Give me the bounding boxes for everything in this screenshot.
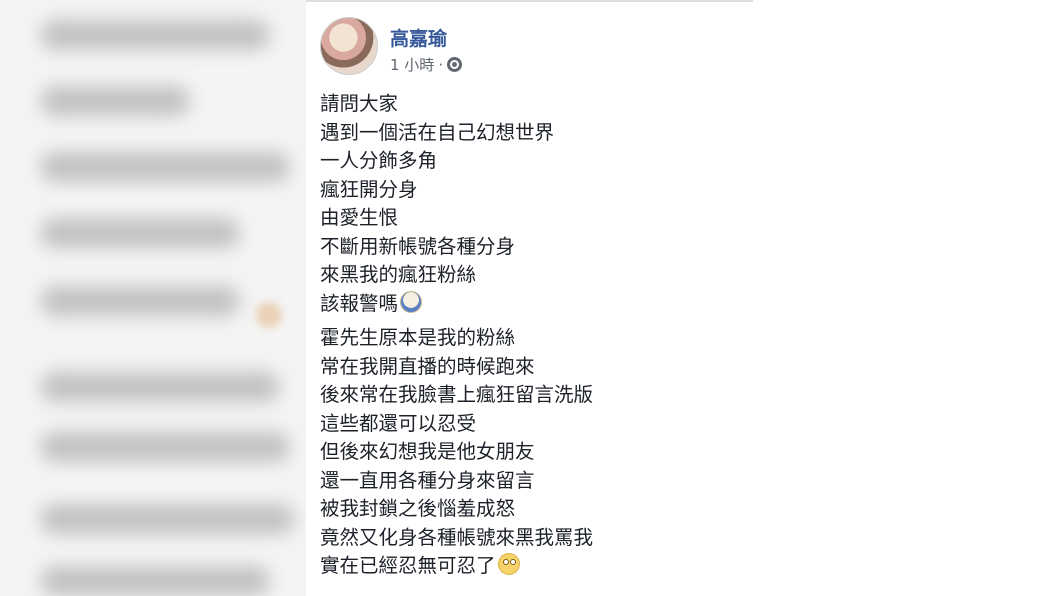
face-with-rolling-eyes-emoji [497, 553, 520, 575]
author-name-link[interactable]: 高嘉瑜 [390, 24, 447, 51]
post-line: 後來常在我臉書上瘋狂留言洗版 [320, 383, 594, 406]
globe-icon[interactable] [447, 57, 463, 72]
post-line: 被我封鎖之後惱羞成怒 [320, 497, 516, 520]
post-line: 遇到一個活在自己幻想世界 [320, 120, 555, 144]
face-screaming-in-fear-emoji [400, 290, 423, 313]
blurred-text-line [40, 432, 290, 462]
blurred-text-line [40, 372, 280, 402]
post-meta: 1 小時 · [390, 54, 463, 75]
post-line: 常在我開直播的時候跑來 [320, 354, 535, 378]
blank-background-right [753, 0, 1060, 596]
post-paragraph: 霍先生原本是我的粉絲 常在我開直播的時候跑來 後來常在我臉書上瘋狂留言洗版 這些… [320, 324, 740, 581]
post-line: 請問大家 [320, 92, 399, 115]
post-line: 還一直用各種分身來留言 [320, 468, 535, 492]
avatar[interactable] [320, 17, 378, 75]
post-paragraph: 請問大家 遇到一個活在自己幻想世界 一人分飾多角 瘋狂開分身 由愛生恨 不斷用新… [320, 90, 740, 318]
post-line: 不斷用新帳號各種分身 [320, 234, 516, 258]
blurred-text-line [40, 566, 270, 596]
blurred-text-line [40, 86, 190, 116]
blurred-background-left [0, 0, 306, 596]
meta-separator: · [438, 55, 444, 74]
blurred-text-line [40, 152, 290, 182]
post-line: 霍先生原本是我的粉絲 [320, 326, 516, 349]
blurred-text-line [40, 20, 270, 50]
post-body: 請問大家 遇到一個活在自己幻想世界 一人分飾多角 瘋狂開分身 由愛生恨 不斷用新… [320, 90, 740, 581]
post-line: 一人分飾多角 [320, 149, 438, 172]
post-line: 該報警嗎 [320, 290, 740, 319]
post-line: 來黑我的瘋狂粉絲 [320, 263, 477, 286]
blurred-emoji [256, 302, 282, 328]
post-line: 由愛生恨 [320, 206, 399, 229]
post-line: 竟然又化身各種帳號來黑我罵我 [320, 525, 594, 549]
facebook-post: 高嘉瑜 1 小時 · 請問大家 遇到一個活在自己幻想世界 一人分飾多角 瘋狂開分… [306, 0, 753, 596]
post-line: 瘋狂開分身 [320, 177, 418, 201]
post-timestamp[interactable]: 1 小時 [390, 54, 434, 75]
blurred-text-line [40, 504, 295, 534]
blurred-text-line [40, 286, 240, 316]
post-line: 但後來幻想我是他女朋友 [320, 440, 535, 463]
blurred-text-line [40, 218, 240, 248]
post-line: 實在已經忍無可忍了 [320, 552, 740, 581]
post-line: 這些都還可以忍受 [320, 411, 477, 435]
